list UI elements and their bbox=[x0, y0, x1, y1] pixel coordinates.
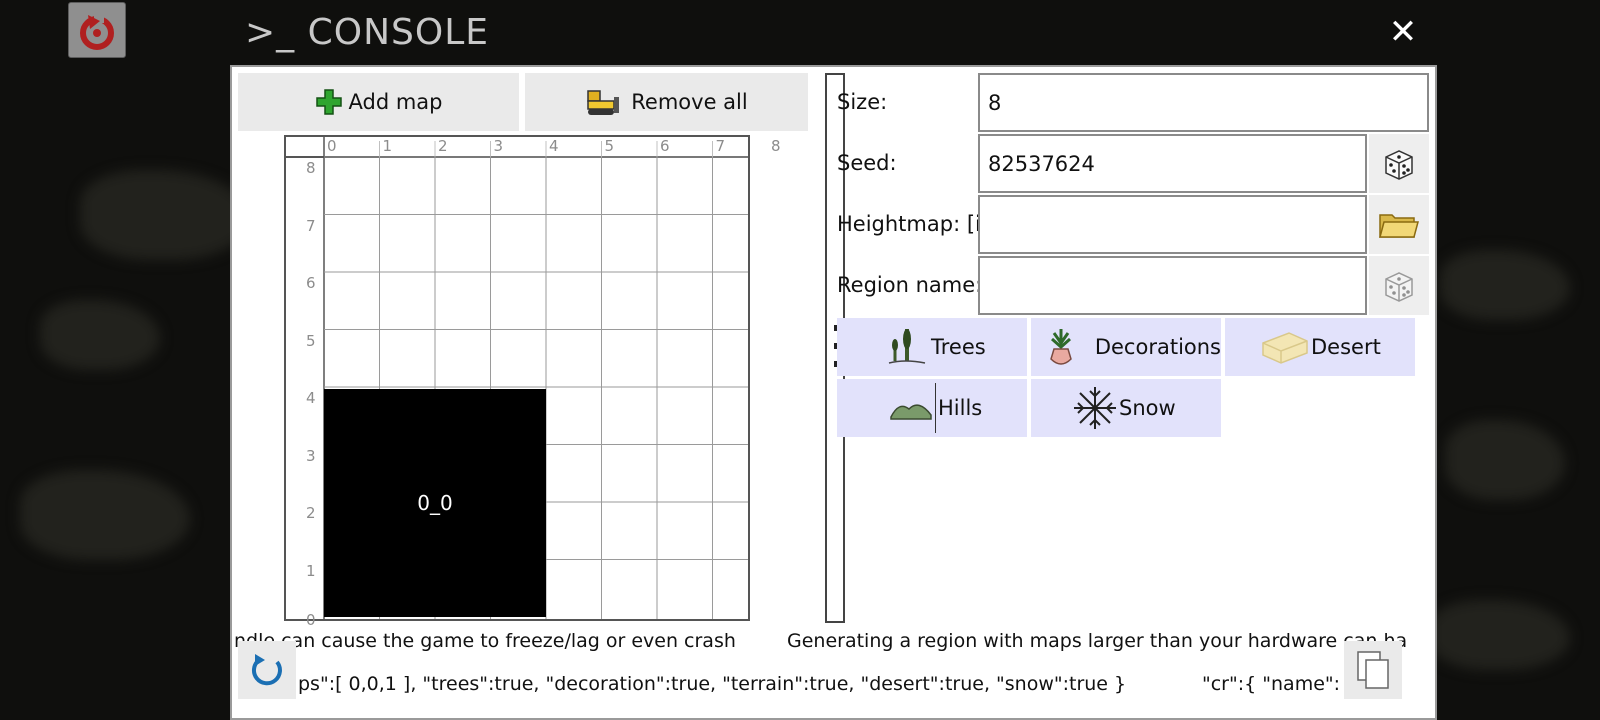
add-map-button[interactable]: Add map bbox=[238, 73, 519, 131]
console-panel: Add map Remove all 0 1 2 3 4 5 6 7 8 8 7 6 5 4 3 2 1 0 0_… bbox=[230, 65, 1437, 720]
copy-icon bbox=[1357, 651, 1389, 689]
remove-all-button[interactable]: Remove all bbox=[525, 73, 808, 131]
plant-pot-icon bbox=[1050, 329, 1072, 365]
x-tick-label: 5 bbox=[604, 137, 615, 155]
folder-icon bbox=[1379, 213, 1419, 238]
x-tick-label: 8 bbox=[771, 137, 781, 155]
trees-icon bbox=[888, 329, 926, 364]
x-tick-label: 7 bbox=[715, 137, 726, 155]
region-name-field[interactable] bbox=[978, 256, 1367, 315]
browse-heightmap-button[interactable] bbox=[1369, 195, 1429, 254]
map-grid[interactable]: 0 1 2 3 4 5 6 7 8 8 7 6 5 4 3 2 1 0 0_0 bbox=[284, 135, 781, 629]
heightmap-label: Heightmap: [i] bbox=[837, 212, 990, 236]
region-name-label: Region name: bbox=[837, 273, 983, 297]
close-button[interactable]: ✕ bbox=[1388, 14, 1418, 50]
size-label: Size: bbox=[837, 90, 888, 114]
y-tick-label: 4 bbox=[306, 389, 316, 407]
dice-icon bbox=[1385, 271, 1413, 302]
heightmap-field[interactable] bbox=[978, 195, 1367, 254]
hills-toggle[interactable]: Hills bbox=[837, 379, 1027, 437]
x-tick-label: 1 bbox=[382, 137, 393, 155]
desert-toggle[interactable]: Desert bbox=[1225, 318, 1415, 376]
x-tick-label: 6 bbox=[660, 137, 670, 155]
y-tick-label: 1 bbox=[306, 561, 316, 580]
console-title: >_ CONSOLE bbox=[245, 12, 490, 53]
trees-toggle[interactable]: Trees bbox=[837, 318, 1027, 376]
x-tick-label: 0 bbox=[327, 137, 337, 155]
x-tick-label: 4 bbox=[549, 137, 559, 155]
command-text-right: "cr":{ "name":"", " bbox=[1202, 673, 1340, 695]
map-tile[interactable]: 0_0 bbox=[324, 389, 546, 617]
size-field[interactable]: 8 bbox=[978, 73, 1429, 132]
y-tick-label: 3 bbox=[306, 446, 316, 465]
command-text-left: ps":[ 0,0,1 ], "trees":true, "decoration… bbox=[298, 673, 1127, 695]
plus-icon bbox=[315, 89, 342, 115]
y-tick-label: 7 bbox=[306, 216, 316, 235]
y-tick-label: 2 bbox=[306, 504, 316, 522]
decorations-toggle[interactable]: Decorations bbox=[1031, 318, 1221, 376]
copy-button[interactable] bbox=[1344, 641, 1402, 699]
refresh-icon bbox=[80, 13, 114, 50]
seed-label: Seed: bbox=[837, 151, 897, 175]
refresh-icon bbox=[251, 654, 282, 686]
sand-icon bbox=[1262, 332, 1308, 364]
hills-icon bbox=[890, 404, 932, 420]
snow-toggle[interactable]: Snow bbox=[1031, 379, 1221, 437]
dice-icon bbox=[1385, 149, 1413, 180]
terminal-icon: >_ bbox=[245, 12, 308, 53]
random-region-name-button[interactable] bbox=[1369, 256, 1429, 315]
regenerate-button[interactable] bbox=[68, 2, 126, 58]
warning-text-left: ndle can cause the game to freeze/lag or… bbox=[234, 630, 736, 652]
y-tick-label: 5 bbox=[306, 331, 316, 350]
y-tick-label: 8 bbox=[306, 159, 316, 177]
x-tick-label: 3 bbox=[493, 137, 504, 155]
y-tick-label: 0 bbox=[306, 611, 316, 629]
warning-text-right: Generating a region with maps larger tha… bbox=[787, 630, 1408, 652]
random-seed-button[interactable] bbox=[1369, 134, 1429, 193]
x-tick-label: 2 bbox=[438, 137, 448, 155]
run-command-button[interactable] bbox=[238, 641, 296, 699]
snowflake-icon bbox=[1074, 387, 1116, 429]
seed-field[interactable]: 82537624 bbox=[978, 134, 1367, 193]
bulldozer-icon bbox=[587, 90, 620, 115]
y-tick-label: 6 bbox=[306, 274, 316, 292]
